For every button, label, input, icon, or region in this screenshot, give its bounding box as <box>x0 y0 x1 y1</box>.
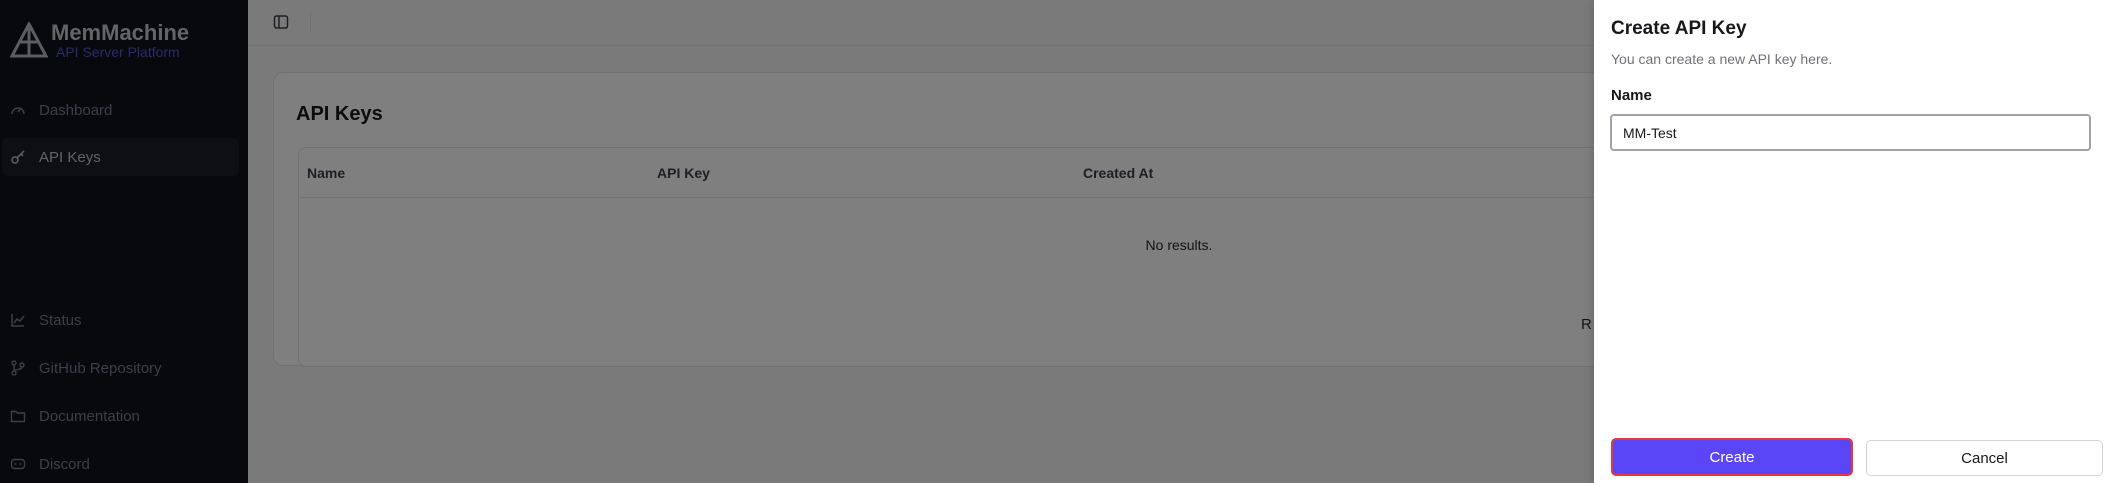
create-api-key-sheet: Create API Key You can create a new API … <box>1594 0 2105 483</box>
cancel-button[interactable]: Cancel <box>1866 440 2103 476</box>
name-label: Name <box>1611 87 1652 104</box>
name-input[interactable] <box>1610 114 2091 151</box>
create-button[interactable]: Create <box>1611 438 1853 476</box>
sheet-title: Create API Key <box>1611 18 1747 39</box>
sheet-description: You can create a new API key here. <box>1611 51 1833 67</box>
